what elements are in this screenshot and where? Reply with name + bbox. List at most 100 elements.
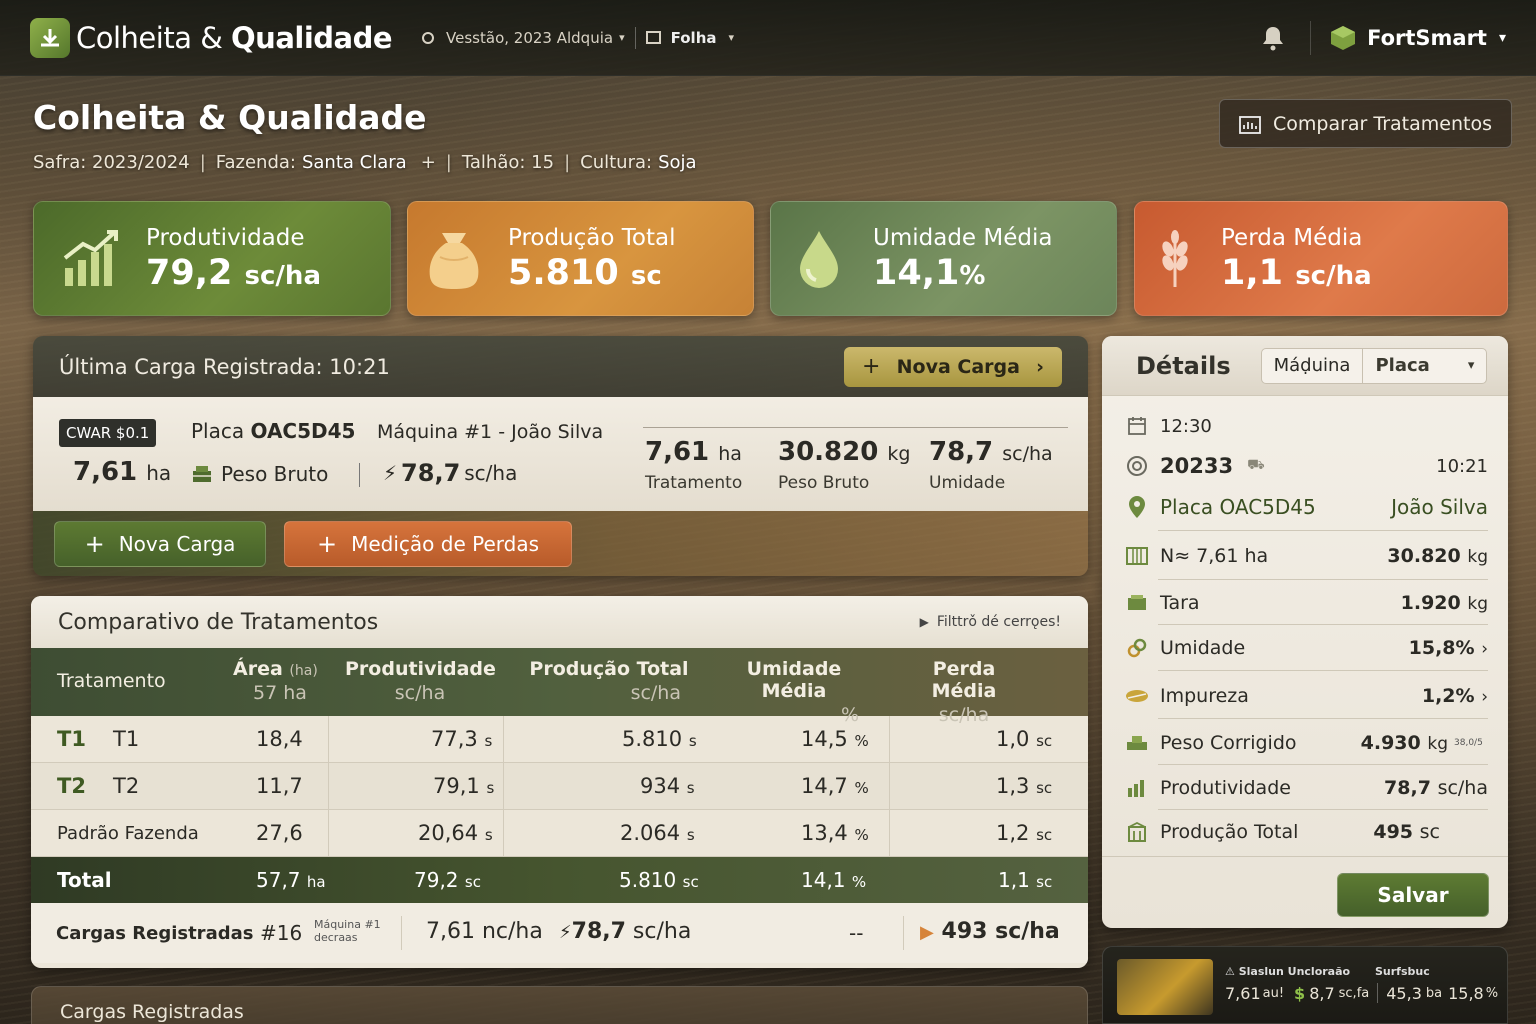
load-stat: 30.820 kg Peso Bruto — [778, 437, 911, 493]
mini-summary-card[interactable]: ⚠ Slaslun Uncloraão Surfsbuc 7,61 au! $ 8… — [1102, 946, 1508, 1024]
app-brand[interactable]: Colheita & Qualidade — [76, 21, 393, 55]
triangle-right-icon: ▶ — [920, 922, 934, 943]
table-header: Tratamento Área (ha) 57 ha Produtividade s… — [31, 648, 1088, 726]
tab-machine[interactable]: Máḍuina — [1262, 349, 1363, 383]
chevron-right-icon: › — [1481, 687, 1488, 707]
app-logo-icon — [30, 17, 70, 58]
page-title: Colheita & Qualidade — [33, 98, 427, 137]
detail-id: 20233 ⛟ 10:21 — [1124, 444, 1488, 488]
mini-title: ⚠ Slaslun Uncloraão — [1225, 965, 1351, 978]
table-total-row: Total 57,7 ha 79,2 sc 5.810 sc 14,1 % 1,… — [31, 857, 1088, 903]
compare-icon — [1239, 114, 1261, 134]
table-row[interactable]: T2 T2 11,7 79,1 s 934 s 14,7 % 1,3 sc — [31, 763, 1088, 810]
calendar-icon — [645, 31, 661, 44]
chevron-down-icon: ▾ — [1467, 358, 1475, 373]
weight-icon — [1124, 734, 1150, 752]
load-stat: 7,61 ha Tratamento — [645, 437, 743, 493]
kpi-label: Perda Média — [1221, 224, 1363, 251]
table-row[interactable]: T1 T1 18,4 77,3 s 5.810 s 14,5 % 1,0 sc — [31, 716, 1088, 763]
col-produtividade[interactable]: Produtividade sc/ha — [345, 658, 496, 704]
last-load-title: Última Carga Registrada: 10:21 — [59, 354, 390, 379]
machine-info: Máquina #1 - João Silva — [377, 421, 604, 443]
link-icon — [1124, 637, 1150, 659]
safra-label: Safra: 2023/2024 — [33, 152, 190, 173]
treatment-comparison-panel: Comparativo de Tratamentos ▶ Filttrǒ dé … — [31, 596, 1088, 968]
details-panel: Détails Máḍuina Placa ▾ 12:30 20233 ⛟ 10:… — [1102, 336, 1508, 928]
kpi-label: Produtividade — [146, 224, 305, 251]
table-row[interactable]: Padrão Fazenda 27,6 20,64 s 2.064 s 13,4… — [31, 810, 1088, 857]
mini-subtitle: Surfsbuc — [1375, 965, 1430, 978]
kpi-perda-media[interactable]: Perda Média 1,1 sc/ha — [1134, 201, 1508, 316]
warning-icon: ⚠ — [1225, 965, 1235, 978]
detail-time: 12:30 — [1124, 404, 1488, 448]
detail-row[interactable]: Peso Corrigido 4.930 kg 38,0/5 — [1124, 721, 1488, 765]
grid-icon — [1124, 546, 1150, 566]
fazenda-add-icon[interactable]: + — [421, 152, 436, 173]
new-load-button-top[interactable]: + Nova Carga › — [844, 346, 1062, 387]
new-load-button[interactable]: + Nova Carga — [54, 520, 266, 567]
cultura-label: Cultura: — [580, 152, 653, 173]
col-area[interactable]: Área (ha) 57 ha — [233, 658, 318, 704]
view-dropdown[interactable]: Folha ▾ — [645, 29, 735, 47]
harvest-arrow-icon: ⚡ — [559, 922, 572, 943]
save-button[interactable]: Salvar — [1337, 873, 1489, 917]
detail-row[interactable]: Produção Total 495 sc — [1124, 810, 1488, 854]
kpi-value: 14,1% — [873, 252, 986, 293]
chevron-down-icon: ▾ — [1498, 29, 1506, 46]
user-brand: FortSmart — [1367, 25, 1487, 50]
load-badge: CWAR $0.1 — [59, 419, 157, 447]
plus-icon: + — [84, 529, 105, 558]
load-area: 7,61 ha — [73, 457, 172, 487]
dollar-icon: $ — [1294, 983, 1306, 1003]
detail-row[interactable]: Impureza 1,2% › — [1124, 674, 1488, 718]
kpi-value: 79,2 sc/ha — [146, 252, 321, 293]
col-tratamento[interactable]: Tratamento — [57, 670, 166, 692]
top-bar: Colheita & Qualidade Vesstão, 2023 Aldqu… — [0, 0, 1536, 76]
fazenda-label: Fazenda: — [215, 152, 296, 173]
chevron-right-icon: › — [1036, 355, 1044, 378]
calendar-icon — [1124, 416, 1150, 436]
detail-row[interactable]: Umidade 15,8% › — [1124, 626, 1488, 670]
last-load-panel: Última Carga Registrada: 10:21 + Nova Ca… — [33, 336, 1088, 576]
mini-values: 7,61 au! $ 8,7 sc,fa 45,3 ba 15,8% — [1225, 983, 1499, 1003]
registered-loads-section[interactable]: Cargas Registradas — [31, 986, 1088, 1024]
silo-icon — [1124, 821, 1150, 843]
chevron-down-icon: ▾ — [728, 31, 735, 44]
detail-row[interactable]: N≈ 7,61 ha 30.820 kg — [1124, 534, 1488, 578]
gross-weight-info: Peso Bruto — [191, 462, 328, 486]
col-producao[interactable]: Produção Total sc/ha — [529, 658, 689, 704]
fazenda-value[interactable]: Santa Clara — [302, 152, 407, 173]
location-icon — [422, 31, 435, 44]
trend-chart-icon — [52, 228, 132, 290]
corr-note: 38,0/5 — [1454, 738, 1483, 748]
compare-treatments-button[interactable]: Comparar Tratamentos — [1219, 99, 1512, 148]
kpi-producao-total[interactable]: Produção Total 5.810 sc — [407, 201, 754, 316]
scale-icon — [1124, 594, 1150, 612]
harvester-image — [1117, 959, 1213, 1015]
version-dropdown[interactable]: Vesstão, 2023 Aldquia ▾ — [422, 29, 625, 47]
chart-icon — [1124, 778, 1150, 798]
detail-row[interactable]: Tara 1.920 kg — [1124, 581, 1488, 625]
comparison-title: Comparativo de Tratamentos — [58, 609, 379, 635]
kpi-umidade-media[interactable]: Umidade Média 14,1% — [770, 201, 1117, 316]
notification-bell-icon[interactable] — [1258, 23, 1288, 53]
registered-loads-title: Cargas Registradas — [60, 1001, 244, 1023]
loss-measurement-button[interactable]: + Medição de Perdas — [284, 520, 572, 567]
talhao-label: Talhão: 15 — [461, 152, 555, 173]
tab-placa[interactable]: Placa ▾ — [1362, 348, 1486, 383]
load-productivity: ⚡ 78,7 sc/ha — [383, 459, 518, 487]
chevron-right-icon: › — [1481, 639, 1488, 659]
leaf-icon — [1124, 688, 1150, 704]
chevron-down-icon: ▾ — [619, 31, 625, 44]
registered-loads-row[interactable]: Cargas Registradas #16 Máquina #1 decraas… — [31, 903, 1088, 963]
details-tab-selector: Máḍuina Placa ▾ — [1260, 347, 1488, 384]
user-menu[interactable]: FortSmart ▾ — [1329, 24, 1506, 52]
location-pin-icon — [1124, 495, 1150, 519]
detail-row[interactable]: Produtividade 78,7 sc/ha — [1124, 766, 1488, 810]
kpi-produtividade[interactable]: Produtividade 79,2 sc/ha — [33, 201, 391, 316]
plus-icon: + — [862, 354, 881, 379]
filter-button[interactable]: ▶ Filttrǒ dé cerrǫes! — [920, 614, 1061, 630]
harvest-arrow-icon: ⚡ — [383, 461, 398, 485]
play-icon: ▶ — [919, 615, 929, 629]
kpi-value: 1,1 sc/ha — [1221, 252, 1372, 293]
